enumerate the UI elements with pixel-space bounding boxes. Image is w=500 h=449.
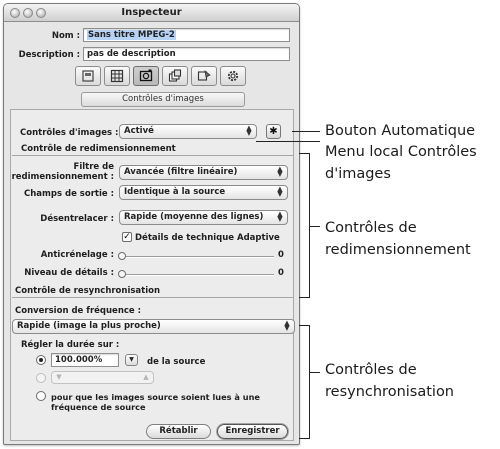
frame-rate-popup[interactable]: Rapide (image la plus proche) ▲ ▼ xyxy=(12,319,295,334)
callout-image-menu-2: d'images xyxy=(325,166,391,182)
image-controls-popup[interactable]: Activé ▲ ▼ xyxy=(119,124,257,139)
save-button[interactable]: Enregistrer xyxy=(217,424,288,439)
resize-filter-value: Avancée (filtre linéaire) xyxy=(124,167,238,177)
resize-filter-popup[interactable]: Avancée (filtre linéaire) ▲ ▼ xyxy=(119,165,288,180)
name-field[interactable]: Sans titre MPEG-2 xyxy=(83,28,290,42)
inspector-window: Inspecteur Nom : Sans titre MPEG-2 Descr… xyxy=(3,3,300,445)
revert-button[interactable]: Rétablir xyxy=(146,424,211,439)
antialias-label: Anticrénelage : xyxy=(40,250,114,260)
callout-resize-1: Contrôles de xyxy=(325,220,417,236)
frame-rate-label: Conversion de fréquence : xyxy=(15,306,142,316)
disabled-arrow-up-icon: ▲ xyxy=(143,373,149,381)
adaptive-label: Détails de technique Adaptive xyxy=(135,233,280,243)
description-label: Description : xyxy=(18,50,80,60)
grid-icon[interactable] xyxy=(104,66,130,86)
antialias-slider-track[interactable] xyxy=(122,256,274,258)
popup-arrows-icon: ▲ ▼ xyxy=(277,210,283,223)
image-controls-value: Activé xyxy=(124,126,154,136)
callout-line-resize xyxy=(309,226,320,227)
name-label: Nom : xyxy=(51,31,80,41)
image-controls-icon[interactable] xyxy=(133,66,159,86)
radio-percent[interactable] xyxy=(36,355,46,365)
filter-label-1: Filtre de xyxy=(73,162,114,172)
deinterlace-popup[interactable]: Rapide (moyenne des lignes) ▲ ▼ xyxy=(119,210,288,225)
callout-bracket-resize-top xyxy=(299,153,309,154)
radio-timecode[interactable] xyxy=(36,373,46,383)
detail-slider-track[interactable] xyxy=(122,274,274,276)
deinterlace-value: Rapide (moyenne des lignes) xyxy=(124,212,264,222)
antialias-slider-knob[interactable] xyxy=(118,252,126,260)
resize-section-header: Contrôle de redimensionnement xyxy=(21,144,176,154)
callout-bracket-resync-bottom xyxy=(299,438,309,439)
divider xyxy=(12,297,294,298)
title-bar[interactable]: Inspecteur xyxy=(4,4,299,22)
detail-level-value: 0 xyxy=(278,268,284,278)
resync-section-header: Contrôle de resynchronisation xyxy=(15,286,161,296)
gear-icon[interactable] xyxy=(220,66,246,86)
callout-image-menu-1: Menu local Contrôles xyxy=(325,144,477,160)
percent-field[interactable]: 100.000% xyxy=(51,353,119,367)
display-icon[interactable] xyxy=(75,66,101,86)
inspector-toolbar xyxy=(75,66,247,89)
percent-menu-button[interactable]: ▼ xyxy=(125,354,138,366)
set-duration-label: Régler la durée sur : xyxy=(21,340,120,350)
callout-line-image-menu xyxy=(256,141,320,142)
adaptive-checkbox[interactable]: ✓ xyxy=(122,232,132,242)
filter-label-2: redimensionnement : xyxy=(11,172,114,182)
deinterlace-label: Désentrelacer : xyxy=(40,214,114,224)
callout-resync-2: resynchronisation xyxy=(325,384,454,400)
filter-icon[interactable] xyxy=(191,66,217,86)
popup-arrows-icon: ▲ ▼ xyxy=(277,165,283,178)
layers-icon[interactable] xyxy=(162,66,188,86)
output-fields-value: Identique à la source xyxy=(124,187,226,197)
popup-arrows-icon: ▲ ▼ xyxy=(246,124,252,137)
image-controls-label: Contrôles d'images : xyxy=(20,128,119,138)
source-rate-line2: fréquence de source xyxy=(51,402,146,412)
disabled-arrow-down-icon: ▼ xyxy=(56,373,62,381)
window-title: Inspecteur xyxy=(121,7,182,18)
popup-arrows-icon: ▲ ▼ xyxy=(284,319,290,332)
callout-line-resync xyxy=(309,372,320,373)
callout-line-auto xyxy=(292,131,320,132)
detail-level-label: Niveau de détails : xyxy=(24,268,114,278)
source-rate-line1: pour que les images source soient lues à… xyxy=(51,392,260,402)
callout-automatic-button: Bouton Automatique xyxy=(325,123,476,139)
radio-source-rate[interactable] xyxy=(36,391,46,401)
frame-rate-value: Rapide (image la plus proche) xyxy=(17,321,161,331)
tab-image-controls[interactable]: Contrôles d'images xyxy=(81,92,245,107)
output-fields-label: Champs de sortie : xyxy=(24,189,114,199)
description-field[interactable]: pas de description xyxy=(83,47,290,61)
output-fields-popup[interactable]: Identique à la source ▲ ▼ xyxy=(119,185,288,200)
divider xyxy=(12,155,294,156)
automatic-button[interactable]: ✱ xyxy=(266,124,281,139)
detail-slider-knob[interactable] xyxy=(118,270,126,278)
callout-bracket-resync-top xyxy=(299,325,309,326)
antialias-value: 0 xyxy=(278,250,284,260)
name-value: Sans titre MPEG-2 xyxy=(87,30,176,40)
callout-bracket-resize-bottom xyxy=(299,297,309,298)
popup-arrows-icon: ▲ ▼ xyxy=(277,185,283,198)
of-source-label: de la source xyxy=(147,357,206,367)
callout-bracket-resync xyxy=(309,325,310,439)
timecode-popup[interactable]: ▼ ▲ xyxy=(51,371,154,384)
callout-resize-2: redimensionnement xyxy=(325,242,471,258)
callout-resync-1: Contrôles de xyxy=(325,362,417,378)
